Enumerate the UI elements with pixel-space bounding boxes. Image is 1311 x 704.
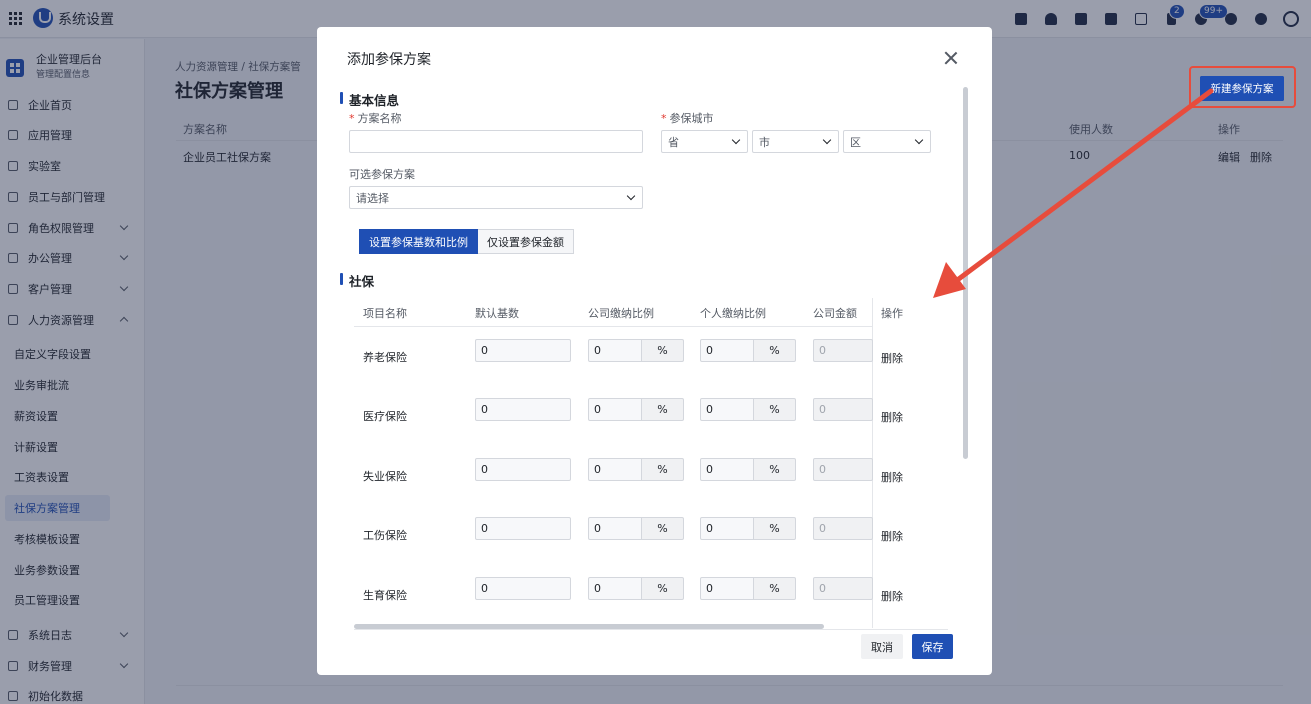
ops-header: 操作 — [881, 307, 903, 320]
percent-suffix: % — [754, 339, 796, 362]
company-amount-input: 0 — [813, 398, 873, 421]
city-select[interactable]: 市 — [752, 130, 839, 153]
base-input[interactable]: 0 — [475, 458, 571, 481]
optional-scheme-select[interactable]: 请选择 — [349, 186, 643, 209]
insurance-row: 生育保险 0 0 % 0 % 0 删除 — [354, 573, 948, 613]
scheme-name-label: * 方案名称 — [349, 112, 402, 125]
chevron-down-icon — [914, 135, 924, 145]
save-button[interactable]: 保存 — [912, 634, 953, 659]
personal-ratio-input[interactable]: 0 — [700, 458, 754, 481]
chevron-down-icon — [626, 191, 636, 201]
percent-suffix: % — [642, 339, 684, 362]
delete-row-link[interactable]: 删除 — [881, 528, 903, 544]
close-icon[interactable] — [944, 51, 958, 65]
city-label: * 参保城市 — [661, 112, 714, 125]
delete-row-link[interactable]: 删除 — [881, 588, 903, 604]
insurance-row: 医疗保险 0 0 % 0 % 0 删除 — [354, 394, 948, 434]
mode-toggle: 设置参保基数和比例 仅设置参保金额 — [359, 229, 574, 254]
company-amount-input: 0 — [813, 458, 873, 481]
district-select[interactable]: 区 — [843, 130, 931, 153]
base-input[interactable]: 0 — [475, 577, 571, 600]
percent-suffix: % — [642, 458, 684, 481]
company-amount-input: 0 — [813, 577, 873, 600]
company-ratio-input[interactable]: 0 — [588, 517, 642, 540]
base-input[interactable]: 0 — [475, 517, 571, 540]
base-input[interactable]: 0 — [475, 398, 571, 421]
delete-row-link[interactable]: 删除 — [881, 350, 903, 366]
footer-divider — [354, 629, 948, 630]
personal-ratio-input[interactable]: 0 — [700, 398, 754, 421]
company-amount-input: 0 — [813, 339, 873, 362]
province-select[interactable]: 省 — [661, 130, 748, 153]
company-ratio-input[interactable]: 0 — [588, 398, 642, 421]
company-ratio-input[interactable]: 0 — [588, 577, 642, 600]
chevron-down-icon — [822, 135, 832, 145]
insurance-row: 工伤保险 0 0 % 0 % 0 删除 — [354, 513, 948, 553]
company-amount-input: 0 — [813, 517, 873, 540]
percent-suffix: % — [754, 458, 796, 481]
personal-ratio-input[interactable]: 0 — [700, 517, 754, 540]
section-basic-info: 基本信息 — [340, 90, 399, 109]
base-input[interactable]: 0 — [475, 339, 571, 362]
optional-scheme-label: 可选参保方案 — [349, 168, 415, 181]
delete-row-link[interactable]: 删除 — [881, 469, 903, 485]
company-ratio-input[interactable]: 0 — [588, 339, 642, 362]
chevron-down-icon — [731, 135, 741, 145]
percent-suffix: % — [642, 577, 684, 600]
insurance-row: 养老保险 0 0 % 0 % 0 删除 — [354, 335, 948, 375]
section-social-insurance: 社保 — [340, 271, 374, 290]
mode-ratio-button[interactable]: 设置参保基数和比例 — [359, 229, 478, 254]
percent-suffix: % — [754, 398, 796, 421]
company-ratio-input[interactable]: 0 — [588, 458, 642, 481]
personal-ratio-input[interactable]: 0 — [700, 577, 754, 600]
percent-suffix: % — [754, 517, 796, 540]
modal-title: 添加参保方案 — [347, 52, 431, 68]
percent-suffix: % — [754, 577, 796, 600]
insurance-table-header: 项目名称 默认基数 公司缴纳比例 个人缴纳比例 公司金额 — [354, 298, 948, 327]
percent-suffix: % — [642, 398, 684, 421]
vertical-scrollbar[interactable] — [963, 87, 968, 459]
insurance-row: 失业保险 0 0 % 0 % 0 删除 — [354, 454, 948, 494]
scheme-name-input[interactable] — [349, 130, 643, 153]
delete-row-link[interactable]: 删除 — [881, 409, 903, 425]
percent-suffix: % — [642, 517, 684, 540]
cancel-button[interactable]: 取消 — [861, 634, 903, 659]
mode-amount-button[interactable]: 仅设置参保金额 — [478, 229, 574, 254]
add-scheme-modal: 添加参保方案 基本信息 * 方案名称 * 参保城市 省 市 区 可选参保方案 请选择… — [317, 27, 992, 675]
personal-ratio-input[interactable]: 0 — [700, 339, 754, 362]
